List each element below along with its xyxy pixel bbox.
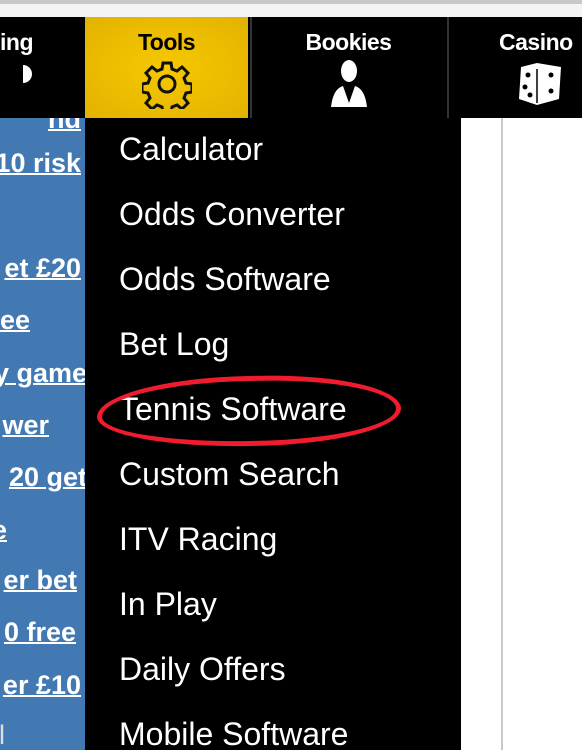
tab-tools[interactable]: Tools bbox=[85, 17, 248, 118]
menu-item-itv-racing[interactable]: ITV Racing bbox=[119, 521, 277, 558]
businessman-icon bbox=[252, 59, 445, 113]
browser-top-strip bbox=[0, 0, 582, 17]
racing-icon bbox=[0, 59, 85, 95]
promo-link[interactable]: 0 free bbox=[4, 617, 76, 648]
menu-item-odds-software[interactable]: Odds Software bbox=[119, 261, 331, 298]
promo-link[interactable]: nd bbox=[48, 118, 81, 135]
promo-link[interactable]: 20 get bbox=[9, 462, 85, 493]
dice-icon bbox=[449, 59, 582, 111]
tab-label: Casino bbox=[499, 29, 573, 55]
promo-link[interactable]: et £20 bbox=[4, 253, 81, 284]
promo-link[interactable]: er £10 bbox=[3, 670, 81, 701]
menu-item-daily-offers[interactable]: Daily Offers bbox=[119, 651, 286, 688]
menu-item-tennis-software[interactable]: Tennis Software bbox=[119, 391, 347, 428]
promo-link[interactable]: 10 risk bbox=[0, 148, 81, 179]
tab-label: ing bbox=[0, 29, 34, 55]
main-nav: ing Tools Bookies Casino bbox=[0, 17, 582, 118]
promo-link[interactable]: l bbox=[0, 720, 5, 750]
menu-item-mobile-software[interactable]: Mobile Software bbox=[119, 716, 348, 753]
tools-dropdown-menu: Calculator Odds Converter Odds Software … bbox=[85, 118, 461, 753]
menu-item-custom-search[interactable]: Custom Search bbox=[119, 456, 340, 493]
menu-item-in-play[interactable]: In Play bbox=[119, 586, 217, 623]
promo-link[interactable]: e bbox=[0, 515, 7, 546]
tab-racing[interactable]: ing bbox=[0, 17, 85, 118]
promo-link[interactable]: er bet bbox=[3, 565, 77, 596]
tab-bookies[interactable]: Bookies bbox=[250, 17, 445, 118]
menu-item-calculator[interactable]: Calculator bbox=[119, 131, 263, 168]
promo-link[interactable]: y game bbox=[0, 358, 85, 389]
gear-icon bbox=[85, 59, 248, 115]
promo-link[interactable]: wer bbox=[2, 410, 49, 441]
content-divider bbox=[501, 118, 503, 750]
left-promo-column: nd 10 risk et £20 ee y game wer 20 get e… bbox=[0, 118, 85, 750]
menu-item-odds-converter[interactable]: Odds Converter bbox=[119, 196, 345, 233]
tab-label: Bookies bbox=[305, 29, 392, 55]
menu-item-bet-log[interactable]: Bet Log bbox=[119, 326, 229, 363]
tab-casino[interactable]: Casino bbox=[447, 17, 582, 118]
tab-label: Tools bbox=[137, 29, 196, 55]
promo-link[interactable]: ee bbox=[0, 305, 30, 336]
